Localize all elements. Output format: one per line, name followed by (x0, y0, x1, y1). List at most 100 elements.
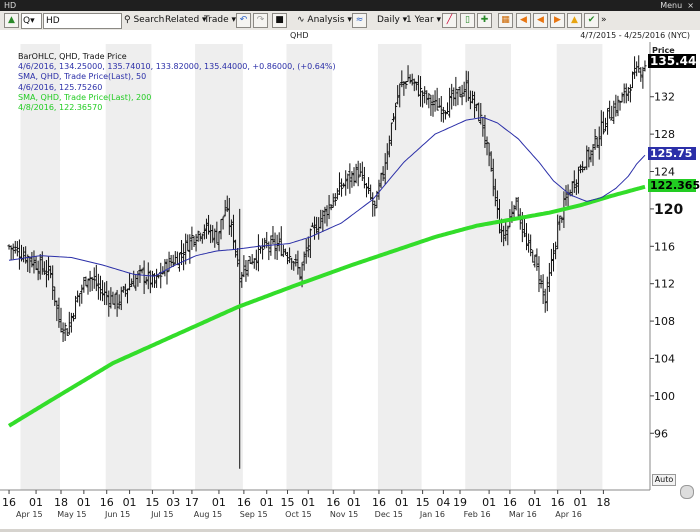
ohlc-bar (628, 84, 633, 103)
ohlc-bar (94, 264, 98, 292)
bar-chart-icon[interactable]: ▯ (460, 13, 475, 28)
arrow-up-icon[interactable]: ▲ (4, 13, 19, 28)
ohlc-bar (346, 173, 350, 189)
ohlc-bar (624, 83, 628, 104)
more-menu[interactable]: » (601, 13, 607, 27)
price-tick-label: 104 (654, 352, 675, 365)
auto-scale-button[interactable]: Auto (652, 474, 676, 486)
ohlc-bar (358, 163, 362, 177)
redo-icon[interactable]: ↷ (253, 13, 268, 28)
ohlc-bar (458, 86, 462, 98)
ohlc-bar (354, 163, 358, 184)
symbol-type-select[interactable]: Q▾ (21, 13, 42, 29)
ohlc-bar (352, 167, 356, 187)
ohlc-bar (547, 262, 551, 292)
price-tick-label: 108 (654, 315, 675, 328)
ohlc-bar (80, 284, 84, 304)
zoom-out-icon[interactable]: ▦ (498, 13, 513, 28)
ohlc-bar (641, 66, 645, 89)
time-tick-label: 16 (2, 496, 16, 509)
sma50-price-tag: 125.75 (648, 147, 696, 160)
ohlc-bar (256, 234, 261, 272)
zoom-in-icon[interactable]: ▲ (567, 13, 582, 28)
ohlc-bar (84, 276, 88, 287)
ohlc-bar (275, 234, 279, 260)
legend-sma50-title: SMA, QHD, Trade Price(Last), 50 (18, 72, 147, 82)
time-tick-label: 01 (574, 496, 588, 509)
ohlc-bar (443, 110, 448, 120)
ohlc-bar (460, 84, 464, 106)
ohlc-bar (356, 160, 360, 187)
ohlc-bar (277, 232, 281, 252)
ohlc-bar (273, 232, 277, 260)
line-chart-icon[interactable]: ╱ (442, 13, 457, 28)
ohlc-bar (263, 237, 267, 249)
ohlc-bar (337, 172, 342, 195)
draw-icon[interactable]: ✚ (477, 13, 492, 28)
search-button[interactable]: ⚲ Search (124, 13, 164, 27)
time-tick-label: 15 (416, 496, 430, 509)
time-tick-label: 17 (185, 496, 199, 509)
ohlc-bar (169, 254, 173, 267)
expand-icon[interactable] (680, 485, 694, 499)
close-icon[interactable]: × (687, 1, 694, 10)
time-tick-label: 04 (436, 496, 450, 509)
month-band (556, 44, 603, 490)
ohlc-bar (529, 234, 533, 257)
ohlc-bar (620, 92, 624, 103)
month-label: Jan 16 (419, 510, 445, 519)
price-tick-label: 124 (654, 166, 675, 179)
time-tick-label: 01 (528, 496, 542, 509)
related-menu[interactable]: Related ▾ (165, 13, 207, 27)
month-label: Aug 15 (194, 510, 222, 519)
analysis-menu[interactable]: ∿ Analysis ▾ (297, 13, 352, 27)
ohlc-bar (514, 197, 518, 211)
time-tick-label: 01 (395, 496, 409, 509)
range-select[interactable]: 1 Year ▾ (406, 13, 441, 27)
analysis-icon: ∿ (297, 15, 305, 25)
undo-icon[interactable]: ↶ (236, 13, 251, 28)
scroll-start-icon[interactable]: ◀ (516, 13, 531, 28)
ohlc-bar (73, 295, 78, 320)
ohlc-bar (522, 216, 527, 238)
ohlc-bar (533, 254, 537, 268)
ohlc-bar (65, 328, 69, 336)
ohlc-bar (258, 246, 263, 254)
ohlc-bar (67, 311, 71, 335)
ohlc-bar (637, 55, 641, 73)
month-label: Mar 16 (509, 510, 537, 519)
interval-select[interactable]: Daily ▾ (377, 13, 407, 27)
time-tick-label: 01 (212, 496, 226, 509)
ohlc-bar (454, 76, 458, 107)
ohlc-bar (535, 248, 539, 271)
time-tick-label: 18 (596, 496, 610, 509)
settings-icon[interactable]: ✔ (584, 13, 599, 28)
ohlc-bar (456, 89, 460, 106)
last-price-tag: 135.44 (648, 54, 697, 68)
trade-menu[interactable]: Trade ▾ (204, 13, 236, 27)
price-tick-label: 132 (654, 91, 675, 104)
time-tick-label: 19 (453, 496, 467, 509)
price-tick-label: 128 (654, 128, 675, 141)
window-title-bar: HD Menu × (0, 0, 700, 11)
toolbar: ▲ Q▾ HD ⚲ Search Related ▾ Trade ▾ ↶ ↷ ■… (0, 11, 700, 31)
studies-icon[interactable]: ≈ (352, 13, 367, 28)
ohlc-bar (614, 94, 618, 117)
ohlc-bar (526, 233, 531, 253)
scroll-left-icon[interactable]: ◀ (533, 13, 548, 28)
price-tick-label: 120 (654, 202, 683, 218)
ohlc-bar (339, 178, 344, 197)
ohlc-bar (9, 245, 13, 260)
symbol-input[interactable]: HD (43, 13, 122, 29)
ohlc-bar (175, 251, 179, 266)
time-tick-label: 16 (326, 496, 340, 509)
price-tick-label: 112 (654, 278, 675, 291)
legend-sma200-title: SMA, QHD, Trade Price(Last), 200 (18, 92, 152, 102)
folder-icon[interactable]: ■ (272, 13, 287, 28)
menu-button[interactable]: Menu (660, 1, 682, 10)
scroll-right-icon[interactable]: ▶ (550, 13, 565, 28)
time-tick-label: 16 (100, 496, 114, 509)
ohlc-bar (364, 182, 369, 198)
month-label: Nov 15 (330, 510, 358, 519)
price-axis: 96 100 104 108 112 116 120 124 128 132 (649, 42, 683, 490)
